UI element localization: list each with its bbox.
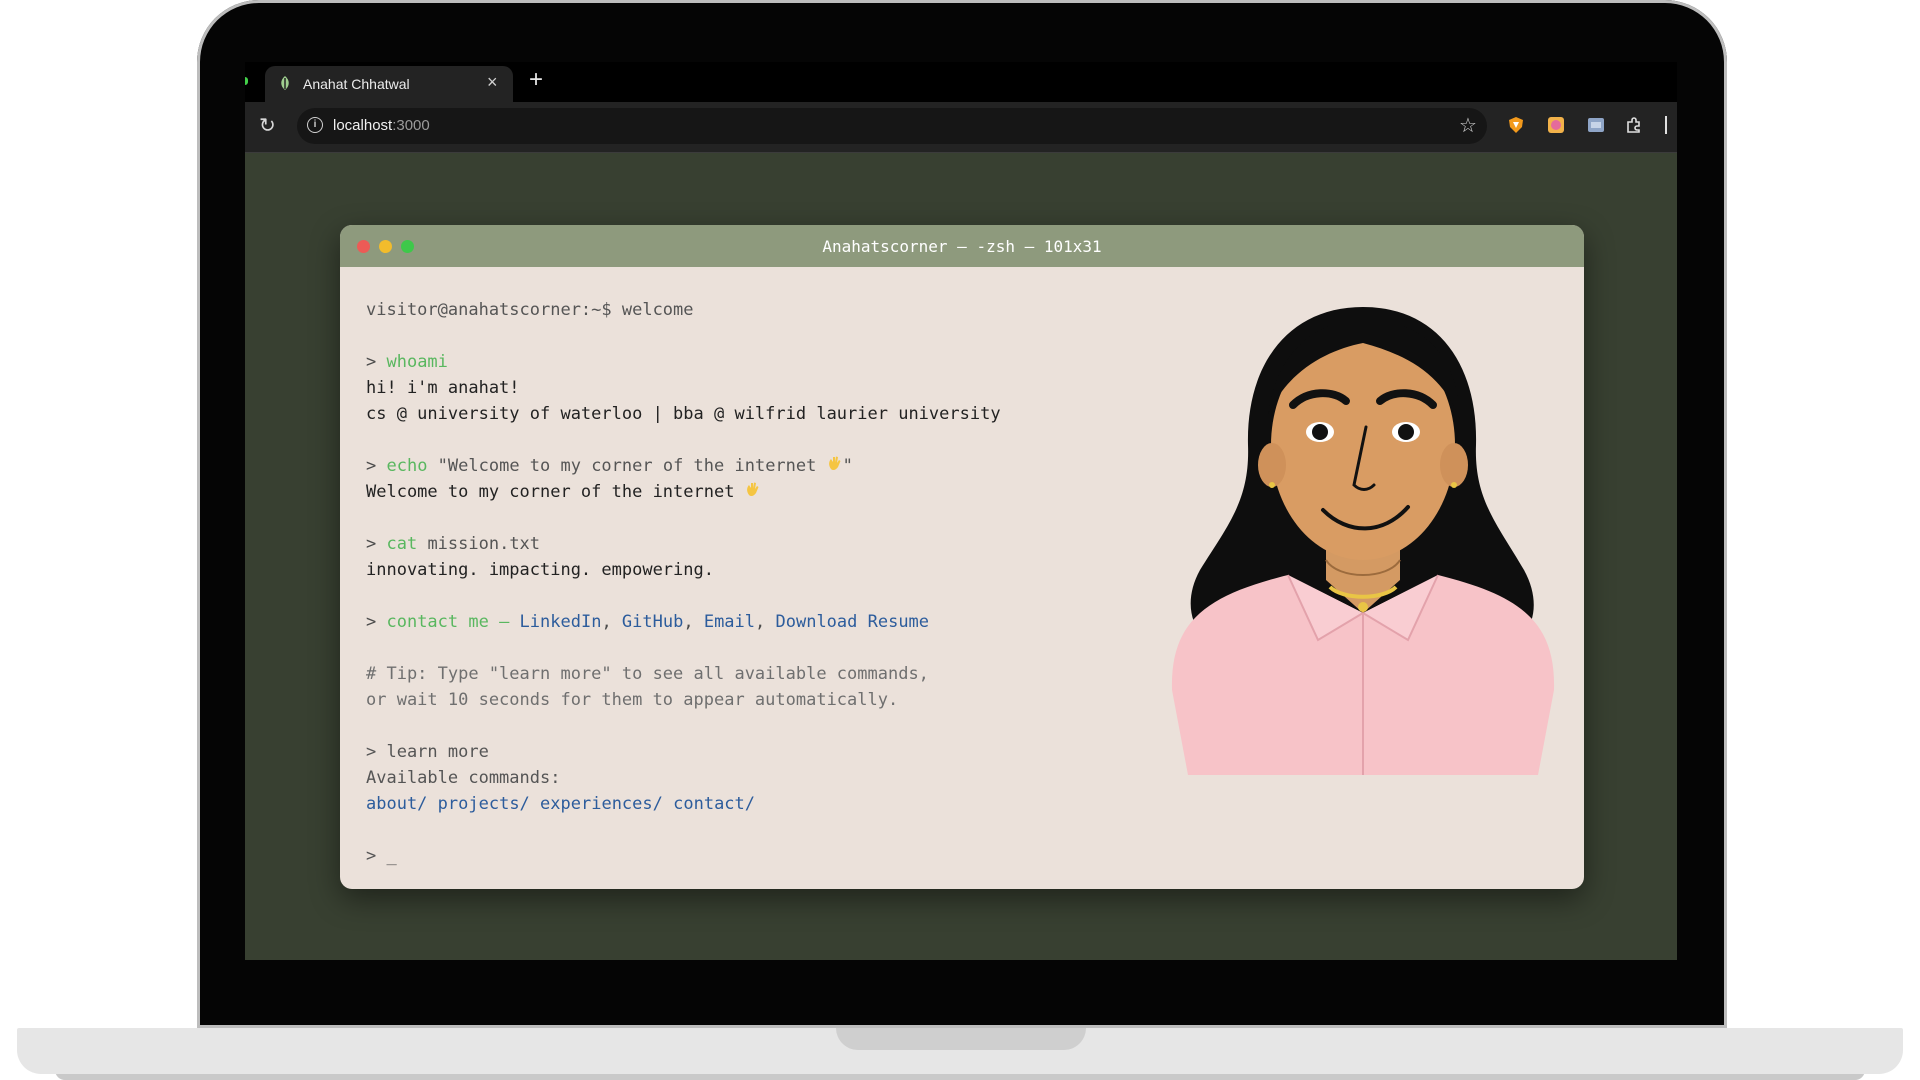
cursor-line[interactable]: > _: [366, 843, 1001, 869]
laptop-notch: [836, 1028, 1086, 1050]
email-link[interactable]: Email: [704, 612, 755, 632]
prompt-line: visitor@anahatscorner:~$ welcome: [366, 300, 694, 320]
reload-icon[interactable]: ↻: [259, 113, 276, 138]
terminal-title: Anahatscorner — -zsh — 101x31: [822, 237, 1102, 256]
address-bar[interactable]: i localhost:3000 ☆: [297, 108, 1487, 144]
tip-line-2: or wait 10 seconds for them to appear au…: [366, 690, 899, 710]
toolbar-divider: [1665, 116, 1667, 134]
tab-strip: Anahat Chhatwal × +: [245, 62, 1677, 102]
linkedin-link[interactable]: LinkedIn: [520, 612, 602, 632]
mission-output: innovating. impacting. empowering.: [366, 560, 714, 580]
learn-more-command: > learn more: [366, 742, 489, 762]
available-commands-label: Available commands:: [366, 768, 561, 788]
browser-toolbar: ↻ i localhost:3000 ☆: [245, 102, 1677, 153]
about-link[interactable]: about/: [366, 794, 427, 814]
cat-command: > cat mission.txt: [366, 534, 541, 554]
github-link[interactable]: GitHub: [622, 612, 683, 632]
download-resume-link[interactable]: Download Resume: [776, 612, 930, 632]
experiences-link[interactable]: experiences/: [540, 794, 663, 814]
terminal-output: visitor@anahatscorner:~$ welcome > whoam…: [366, 297, 1001, 869]
waving-hand-icon: [746, 482, 759, 497]
waving-hand-icon: [828, 456, 841, 471]
bookmark-star-icon[interactable]: ☆: [1459, 113, 1477, 138]
terminal-titlebar: Anahatscorner — -zsh — 101x31: [340, 225, 1584, 267]
whoami-command: > whoami: [366, 352, 448, 372]
site-info-icon[interactable]: i: [307, 117, 323, 133]
welcome-output: Welcome to my corner of the internet: [366, 479, 1001, 505]
echo-command: > echo "Welcome to my corner of the inte…: [366, 456, 853, 476]
url-host: localhost: [333, 117, 393, 134]
contact-link[interactable]: contact/: [673, 794, 755, 814]
terminal-window: Anahatscorner — -zsh — 101x31 visitor@an…: [340, 225, 1584, 889]
browser-window: Anahat Chhatwal × + ↻ i localhost:3000 ☆: [245, 62, 1677, 960]
browser-tab[interactable]: Anahat Chhatwal ×: [265, 66, 513, 102]
commands-list: about/ projects/ experiences/ contact/: [366, 791, 1001, 817]
audio-indicator: [245, 77, 248, 85]
close-icon[interactable]: ×: [487, 72, 498, 93]
tip-line-1: # Tip: Type "learn more" to see all avai…: [366, 664, 929, 684]
brave-shield-icon[interactable]: [1507, 116, 1525, 134]
extension-window-icon[interactable]: [1587, 116, 1605, 134]
new-tab-button[interactable]: +: [529, 66, 543, 94]
intro-line-2: cs @ university of waterloo | bba @ wilf…: [366, 404, 1001, 424]
extension-pink-icon[interactable]: [1547, 116, 1565, 134]
url-port: :3000: [392, 117, 430, 134]
intro-line-1: hi! i'm anahat!: [366, 378, 520, 398]
extensions-puzzle-icon[interactable]: [1625, 116, 1643, 134]
leaf-favicon-icon: [281, 76, 289, 90]
projects-link[interactable]: projects/: [438, 794, 530, 814]
url-text[interactable]: localhost:3000: [333, 117, 430, 134]
tab-title: Anahat Chhatwal: [303, 76, 410, 92]
contact-line: > contact me — LinkedIn, GitHub, Email, …: [366, 612, 930, 632]
avatar-illustration: [1171, 307, 1555, 775]
